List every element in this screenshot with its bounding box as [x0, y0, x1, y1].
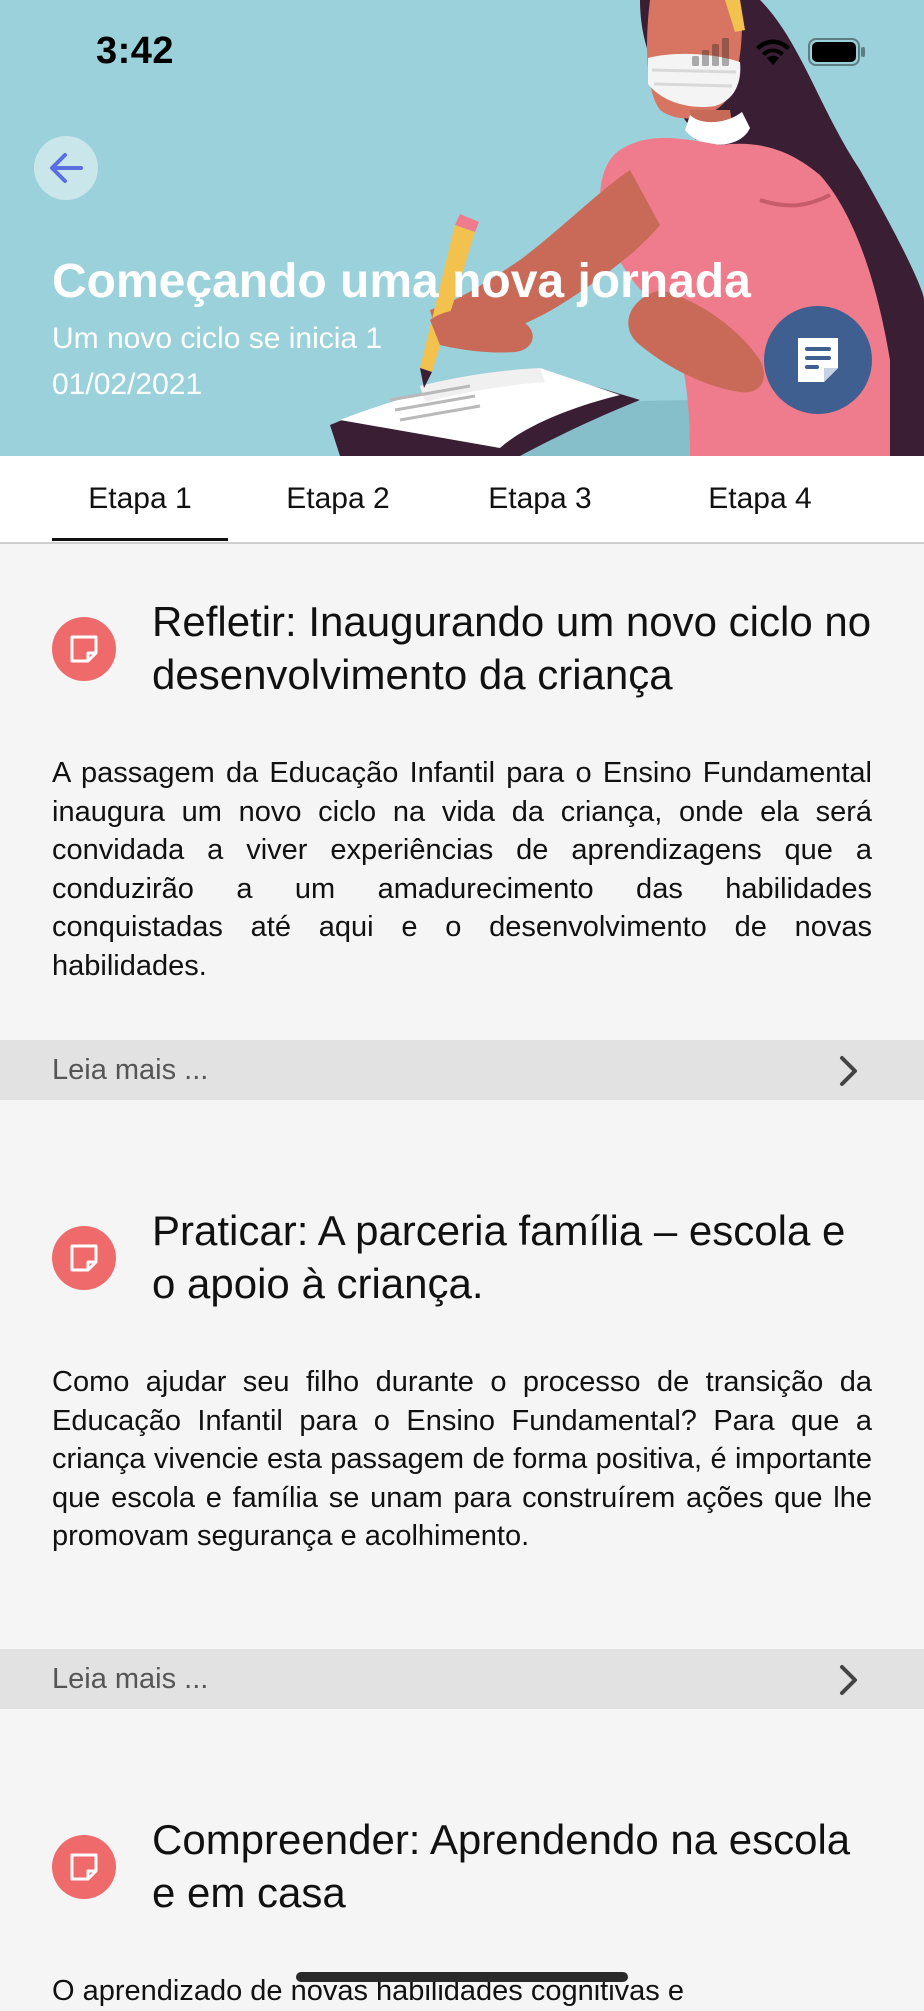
note-icon [52, 1835, 116, 1899]
back-button[interactable] [34, 136, 98, 200]
tab-etapa-1[interactable]: Etapa 1 [52, 456, 228, 542]
read-more-button[interactable]: Leia mais ... [0, 1040, 924, 1100]
card-body: A passagem da Educação Infantil para o E… [52, 757, 872, 982]
notes-icon [798, 338, 838, 382]
tab-etapa-3[interactable]: Etapa 3 [452, 456, 628, 542]
chevron-right-icon [840, 1665, 857, 1695]
status-icons [692, 36, 866, 68]
read-more-label: Leia mais ... [52, 1054, 209, 1086]
card-title: Praticar: A parceria família – escola e … [152, 1207, 846, 1307]
home-indicator [296, 1972, 628, 1982]
wifi-icon [756, 39, 790, 65]
stage-tabs: Etapa 1 Etapa 2 Etapa 3 Etapa 4 [0, 456, 924, 544]
read-more-label: Leia mais ... [52, 1663, 209, 1695]
read-more-button[interactable]: Leia mais ... [0, 1649, 924, 1709]
card-title: Refletir: Inaugurando um novo ciclo no d… [152, 598, 872, 698]
notes-button[interactable] [764, 306, 872, 414]
status-time: 3:42 [96, 30, 175, 72]
note-icon [52, 1226, 116, 1290]
tab-etapa-2[interactable]: Etapa 2 [250, 456, 426, 542]
page-date: 01/02/2021 [52, 368, 203, 401]
note-icon [52, 617, 116, 681]
cellular-signal-icon [692, 38, 729, 66]
tab-etapa-4[interactable]: Etapa 4 [672, 456, 848, 542]
chevron-right-icon [840, 1056, 857, 1086]
selected-tab-indicator [52, 538, 228, 541]
card-title: Compreender: Aprendendo na escola e em c… [152, 1816, 851, 1916]
card-body: Como ajudar seu filho durante o processo… [52, 1366, 872, 1552]
arrow-left-icon [50, 153, 83, 183]
battery-icon [808, 38, 865, 66]
header-banner: 3:42 Começando uma nova jornada Um novo … [0, 0, 924, 456]
page-title: Começando uma nova jornada [52, 255, 751, 308]
page-subtitle: Um novo ciclo se inicia 1 [52, 322, 383, 355]
